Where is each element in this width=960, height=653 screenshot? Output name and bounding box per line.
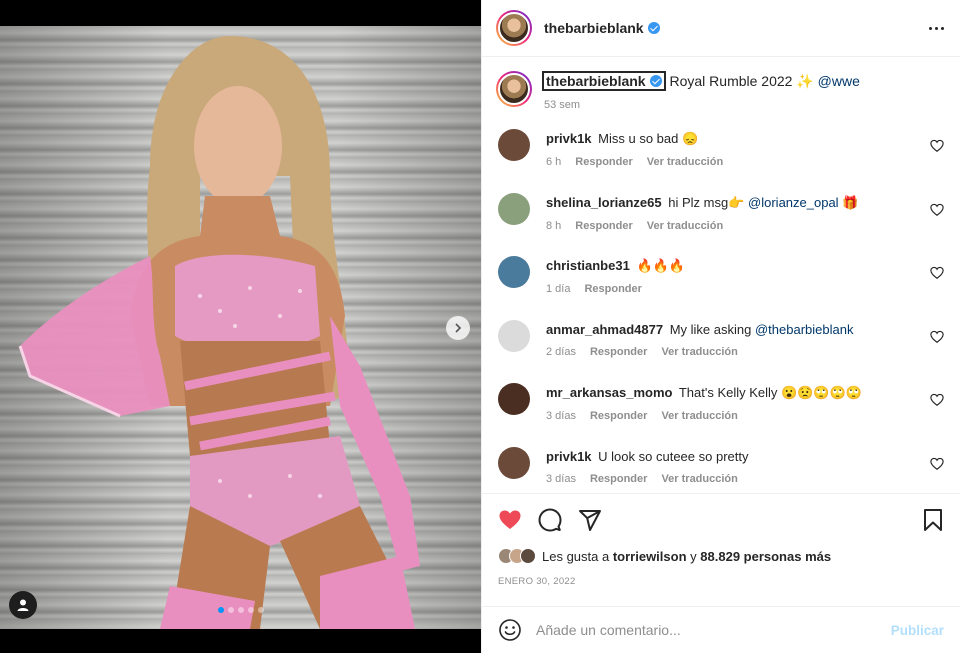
translate-button[interactable]: Ver traducción [661, 346, 737, 358]
commenter-avatar[interactable] [498, 319, 530, 352]
user-tags-button[interactable] [9, 591, 37, 619]
comment-item: privk1k U look so cuteee so pretty 3 días… [482, 441, 960, 494]
carousel-dot [257, 607, 264, 613]
comment-item: mr_arkansas_momo That's Kelly Kelly 😮😟🙄🙄… [482, 377, 960, 441]
post-media[interactable] [0, 0, 481, 653]
post-caption: thebarbieblank Royal Rumble 2022 ✨ @wwe … [482, 57, 960, 123]
commenter-username[interactable]: christianbe31 [546, 258, 630, 273]
comment-age: 8 h [546, 219, 562, 232]
comment-item: shelina_lorianze65 hi Plz msg👉 @lorianze… [482, 187, 960, 251]
post-date: ENERO 30, 2022 [498, 576, 576, 587]
author-username[interactable]: thebarbieblank [544, 20, 644, 36]
like-comment-icon[interactable] [930, 139, 944, 153]
photo-subject [18, 36, 420, 629]
commenter-avatar[interactable] [498, 383, 530, 415]
caption-age: 53 sem [544, 99, 581, 111]
comment-emoji: 🔥🔥🔥 [636, 258, 686, 273]
comment-emoji: 😮😟🙄🙄🙄 [781, 385, 862, 400]
comment-text: hi Plz msg👉 [668, 194, 745, 210]
commenter-username[interactable]: privk1k [546, 131, 592, 146]
publish-button[interactable]: Publicar [891, 623, 944, 638]
add-comment-bar: Publicar [482, 606, 960, 653]
caption-mention[interactable]: @wwe [818, 73, 860, 89]
comment-input[interactable] [536, 622, 891, 638]
caption-text: Royal Rumble 2022 ✨ [669, 73, 814, 89]
share-icon[interactable] [578, 508, 602, 532]
commenter-avatar[interactable] [498, 256, 530, 288]
like-comment-icon[interactable] [930, 393, 944, 407]
reply-button[interactable]: Responder [590, 410, 647, 422]
verified-icon [647, 22, 660, 34]
carousel-dot [227, 607, 234, 613]
comment-age: 3 días [546, 472, 576, 485]
next-slide-button[interactable] [446, 316, 470, 340]
translate-button[interactable]: Ver traducción [661, 473, 737, 485]
carousel-dot [237, 607, 244, 613]
likes-prefix: Les gusta a [542, 548, 610, 564]
comment-text: U look so cuteee so pretty [598, 448, 749, 464]
comment-icon[interactable] [538, 508, 562, 532]
comment-age: 2 días [546, 345, 576, 358]
commenter-avatar[interactable] [498, 192, 530, 225]
reply-button[interactable]: Responder [590, 473, 647, 485]
reply-button[interactable]: Responder [575, 156, 632, 168]
like-comment-icon[interactable] [930, 203, 944, 217]
comment-age: 1 día [546, 283, 571, 295]
comment-item: christianbe31 🔥🔥🔥 1 día Responder [482, 250, 960, 314]
comment-age: 3 días [546, 410, 576, 422]
comment-text: Miss u so bad [598, 131, 679, 146]
heart-icon[interactable] [498, 508, 522, 532]
commenter-username[interactable]: privk1k [546, 449, 592, 464]
carousel-dot [247, 607, 254, 613]
post-header: thebarbieblank [482, 0, 960, 57]
post-side-panel: thebarbieblank thebarbieblank Royal Rumb… [481, 0, 960, 653]
next-arrow-icon [455, 323, 462, 333]
comment-item: anmar_ahmad4877 My like asking @thebarbi… [482, 314, 960, 378]
translate-button[interactable]: Ver traducción [647, 220, 723, 232]
comment-mention[interactable]: @lorianze_opal [748, 195, 839, 210]
commenter-avatar[interactable] [498, 446, 530, 479]
commenter-avatar[interactable] [498, 129, 530, 161]
likes-joiner: y [690, 548, 697, 564]
carousel-dots [0, 607, 481, 613]
commenter-username[interactable]: anmar_ahmad4877 [546, 322, 663, 337]
author-avatar[interactable] [496, 10, 532, 46]
comment-text: That's Kelly Kelly [678, 385, 778, 400]
comment-emoji: 🎁 [842, 194, 859, 210]
likes-summary: Les gusta a torriewilson y 88.829 person… [498, 548, 944, 564]
reply-button[interactable]: Responder [590, 346, 647, 358]
likes-user[interactable]: torriewilson [613, 549, 687, 564]
reply-button[interactable]: Responder [575, 220, 632, 232]
emoji-icon[interactable] [498, 618, 522, 642]
translate-button[interactable]: Ver traducción [647, 156, 723, 168]
commenter-username[interactable]: shelina_lorianze65 [546, 195, 662, 210]
caption-avatar[interactable] [496, 71, 532, 107]
commenter-username[interactable]: mr_arkansas_momo [546, 385, 672, 400]
bookmark-icon[interactable] [922, 508, 944, 532]
carousel-dot [217, 607, 224, 613]
caption-username[interactable]: thebarbieblank [542, 71, 666, 91]
like-comment-icon[interactable] [930, 330, 944, 344]
like-comment-icon[interactable] [930, 457, 944, 471]
likes-count[interactable]: 88.829 personas más [700, 549, 831, 564]
comments-list[interactable]: thebarbieblank Royal Rumble 2022 ✨ @wwe … [482, 57, 960, 493]
like-comment-icon[interactable] [930, 266, 944, 280]
translate-button[interactable]: Ver traducción [661, 410, 737, 422]
liker-avatar [520, 548, 536, 564]
comment-text: My like asking [669, 321, 752, 337]
comment-item: privk1k Miss u so bad 😞 6 h Responder Ver t… [482, 123, 960, 187]
reply-button[interactable]: Responder [584, 283, 641, 295]
comment-age: 6 h [546, 156, 562, 168]
post-photo [0, 26, 481, 629]
verified-icon [649, 75, 662, 87]
comment-emoji: 😞 [682, 131, 699, 146]
post-actions: Les gusta a torriewilson y 88.829 person… [482, 493, 960, 587]
more-options-icon[interactable] [929, 26, 944, 30]
comment-mention[interactable]: @thebarbieblank [755, 322, 853, 337]
